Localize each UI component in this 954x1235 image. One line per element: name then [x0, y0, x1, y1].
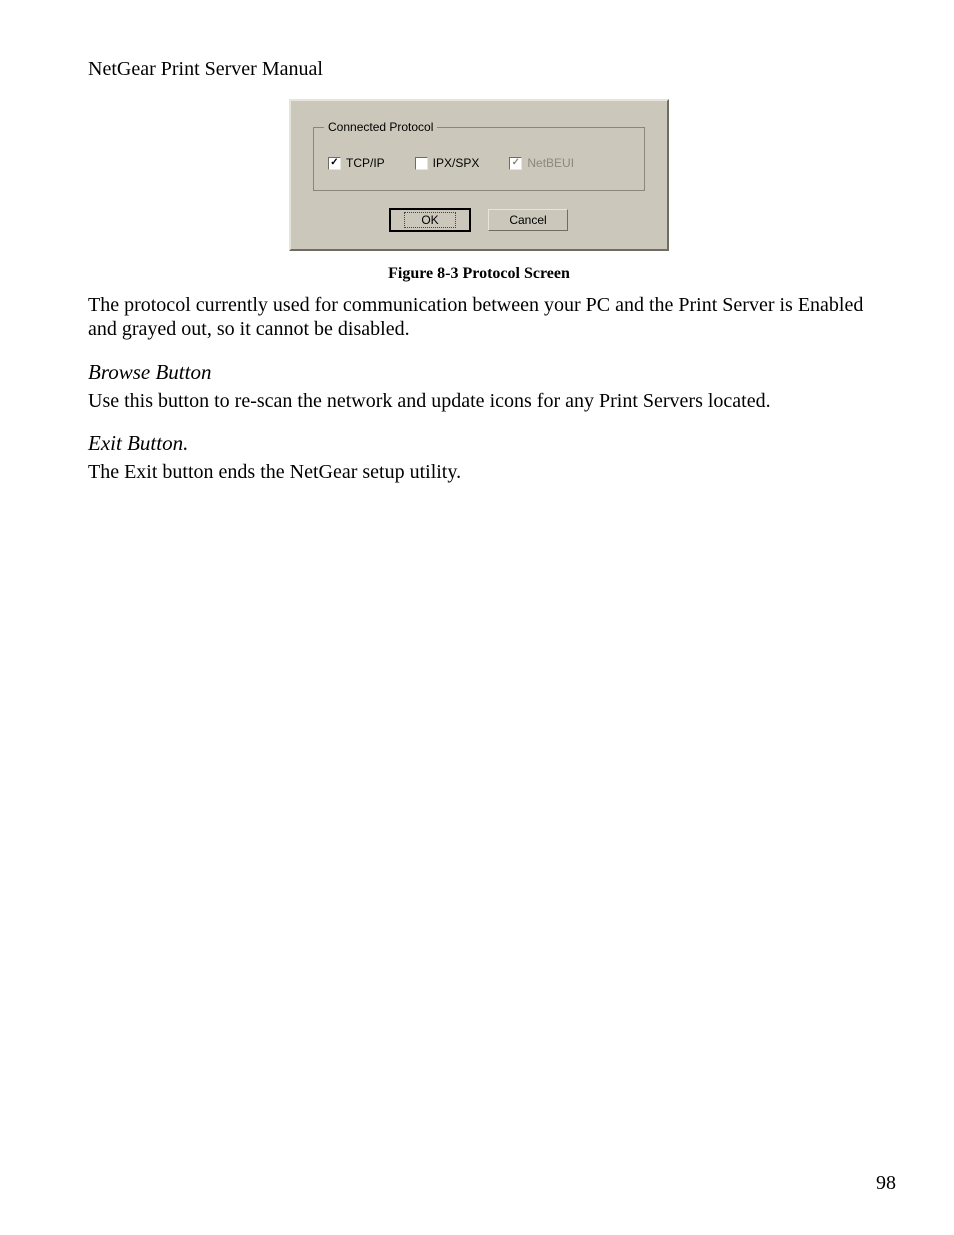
netbeui-label: NetBEUI	[527, 156, 574, 170]
dialog-button-row: OK Cancel	[313, 209, 645, 231]
document-page: NetGear Print Server Manual Connected Pr…	[0, 0, 954, 1235]
ipxspx-label: IPX/SPX	[433, 156, 480, 170]
cancel-button[interactable]: Cancel	[488, 209, 568, 231]
ipxspx-checkbox[interactable]	[415, 157, 428, 170]
manual-header: NetGear Print Server Manual	[88, 58, 870, 81]
browse-heading: Browse Button	[88, 360, 870, 385]
figure-caption: Figure 8-3 Protocol Screen	[88, 265, 870, 283]
protocol-checkbox-row: ✓ TCP/IP IPX/SPX ✓ NetBEUI	[328, 156, 630, 170]
ok-button-label: OK	[404, 212, 455, 228]
tcpip-checkbox[interactable]: ✓	[328, 157, 341, 170]
ipxspx-checkbox-item[interactable]: IPX/SPX	[415, 156, 480, 170]
netbeui-checkbox: ✓	[509, 157, 522, 170]
connected-protocol-group: Connected Protocol ✓ TCP/IP IPX/SPX ✓ Ne…	[313, 127, 645, 191]
exit-paragraph: The Exit button ends the NetGear setup u…	[88, 460, 870, 484]
protocol-dialog: Connected Protocol ✓ TCP/IP IPX/SPX ✓ Ne…	[289, 99, 669, 251]
tcpip-label: TCP/IP	[346, 156, 385, 170]
netbeui-checkbox-item: ✓ NetBEUI	[509, 156, 574, 170]
screenshot-figure: Connected Protocol ✓ TCP/IP IPX/SPX ✓ Ne…	[289, 99, 669, 251]
cancel-button-label: Cancel	[509, 213, 546, 227]
exit-heading: Exit Button.	[88, 431, 870, 456]
groupbox-title: Connected Protocol	[324, 120, 437, 134]
tcpip-checkbox-item[interactable]: ✓ TCP/IP	[328, 156, 385, 170]
ok-button[interactable]: OK	[390, 209, 470, 231]
page-number: 98	[876, 1172, 896, 1195]
protocol-paragraph: The protocol currently used for communic…	[88, 293, 870, 342]
browse-paragraph: Use this button to re-scan the network a…	[88, 389, 870, 413]
